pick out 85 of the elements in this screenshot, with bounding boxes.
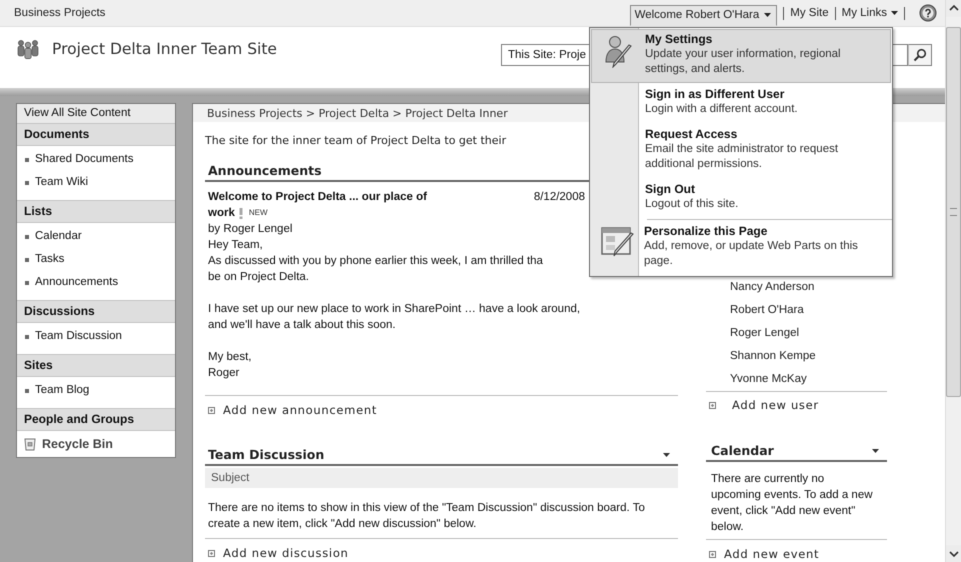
member-name[interactable]: Roger Lengel [706, 322, 887, 345]
nav-link[interactable]: Calendar [35, 225, 82, 248]
site-link[interactable]: Business Projects [14, 7, 106, 19]
menu-item-description: Login with a different account. [645, 102, 799, 117]
people-icon [16, 39, 40, 59]
body-text-line: and we'll have a talk about this soon. [207, 318, 396, 333]
bullet-icon [25, 258, 29, 262]
bullet-icon [25, 158, 29, 162]
menu-item[interactable]: Sign in as Different User Login with a different account. [591, 84, 891, 123]
square-bullet-icon [709, 550, 716, 558]
nav-link[interactable]: Shared Documents [35, 148, 134, 171]
recycle-bin-link[interactable]: Recycle Bin [42, 437, 113, 451]
square-bullet-icon [208, 406, 215, 414]
new-label: NEW [248, 207, 268, 219]
search-icon [913, 48, 927, 62]
body-text-line: I have set up our new place to work in SharePoint … have a look around, [207, 302, 580, 317]
bullet-icon [25, 180, 29, 184]
body-text-line: be on Project Delta. [207, 270, 310, 285]
menu-item-title: Personalize this Page [644, 224, 768, 239]
nav-section-heading[interactable]: Lists [17, 201, 175, 223]
menu-item-title: Sign in as Different User [645, 87, 786, 102]
square-bullet-icon [208, 550, 215, 556]
my-links-menu[interactable]: My Links [842, 7, 898, 19]
member-name[interactable]: Robert O'Hara [706, 299, 887, 322]
announcement-author: by Roger Lengel [207, 222, 292, 237]
menu-item-description: Add, remove, or update Web Parts on this page. [644, 239, 859, 269]
view-all-site-content-link[interactable]: View All Site Content [17, 104, 175, 124]
exclamation-icon [238, 208, 243, 218]
menu-item[interactable]: Sign Out Logout of this site. [591, 179, 891, 218]
search-button[interactable] [908, 44, 932, 66]
menu-item-title: Request Access [645, 127, 738, 142]
site-title: Project Delta Inner Team Site [52, 39, 277, 60]
member-name[interactable]: Shannon Kempe [706, 345, 887, 368]
column-header[interactable]: Subject [205, 468, 678, 488]
site-description: The site for the inner team of Project Delta to get their [205, 133, 506, 149]
menu-item[interactable]: My Settings Update your user information, regional settings, and alerts. [591, 29, 891, 83]
recycle-bin-icon [24, 438, 36, 450]
body-text-line: Hey Team, [207, 238, 263, 253]
web-part-title: Team Discussion [205, 445, 678, 466]
body-text-line: As discussed with you by phone earlier this week, I am thrilled tha [207, 254, 543, 269]
caret-icon[interactable] [872, 448, 879, 452]
nav-section-heading[interactable]: Sites [17, 355, 175, 377]
announcement-title[interactable]: work [208, 205, 235, 221]
nav-section-heading[interactable]: Documents [17, 124, 175, 146]
menu-item[interactable]: Personalize this Page Add, remove, or update Web Parts on this page. [590, 221, 891, 275]
page-pencil-icon [600, 226, 634, 258]
announcement-date: 8/12/2008 [534, 190, 585, 205]
nav-link[interactable]: Team Blog [35, 379, 90, 402]
scroll-thumb[interactable] [946, 27, 961, 397]
add-new-link[interactable]: Add new discussion [223, 546, 349, 560]
menu-item-description: Logout of this site. [645, 197, 740, 212]
bullet-icon [25, 234, 29, 238]
body-text-line: Roger [207, 366, 240, 381]
empty-calendar-message: There are currently no upcoming events. To add a new event, click "Add new event" below. [710, 472, 874, 535]
breadcrumb: Business Projects > Project Delta > Project Delta Inner [207, 106, 508, 120]
nav-link[interactable]: Announcements [35, 271, 118, 294]
menu-item-title: My Settings [645, 32, 714, 47]
menu-item-description: Update your user information, regional settings, and alerts. [645, 47, 842, 77]
menu-item-title: Sign Out [645, 182, 696, 197]
bullet-icon [25, 388, 29, 392]
square-bullet-icon [709, 402, 716, 408]
member-name[interactable]: Yvonne McKay [706, 368, 887, 391]
bullet-icon [25, 280, 29, 284]
body-text-line: My best, [207, 350, 252, 365]
caret-icon [891, 11, 898, 15]
add-new-link[interactable]: Add new event [724, 547, 820, 561]
announcement-title[interactable]: Welcome to Project Delta ... our place of [208, 189, 427, 205]
web-part-title: Calendar [706, 441, 887, 462]
nav-link[interactable]: Tasks [35, 248, 64, 271]
scrollbar[interactable] [945, 0, 961, 562]
nav-link[interactable]: Team Discussion [35, 325, 122, 348]
add-new-link[interactable]: Add new announcement [223, 403, 378, 417]
bullet-icon [25, 334, 29, 338]
help-icon[interactable] [919, 4, 937, 22]
empty-list-message: There are no items to show in this view of the "Team Discussion" discussion board. To create a new item, click "Add new discussion" below. [207, 501, 646, 532]
caret-icon [764, 13, 772, 17]
add-new-link[interactable]: Add new user [732, 398, 819, 412]
member-name[interactable]: Nancy Anderson [706, 276, 887, 299]
caret-icon[interactable] [663, 452, 670, 456]
nav-section-heading[interactable]: Discussions [17, 301, 175, 323]
person-pencil-icon [604, 34, 634, 68]
welcome-menu-button[interactable]: Welcome Robert O'Hara [630, 4, 778, 26]
nav-section-heading[interactable]: People and Groups [17, 409, 175, 431]
my-site-link[interactable]: My Site [790, 7, 829, 19]
nav-link[interactable]: Team Wiki [35, 171, 88, 194]
